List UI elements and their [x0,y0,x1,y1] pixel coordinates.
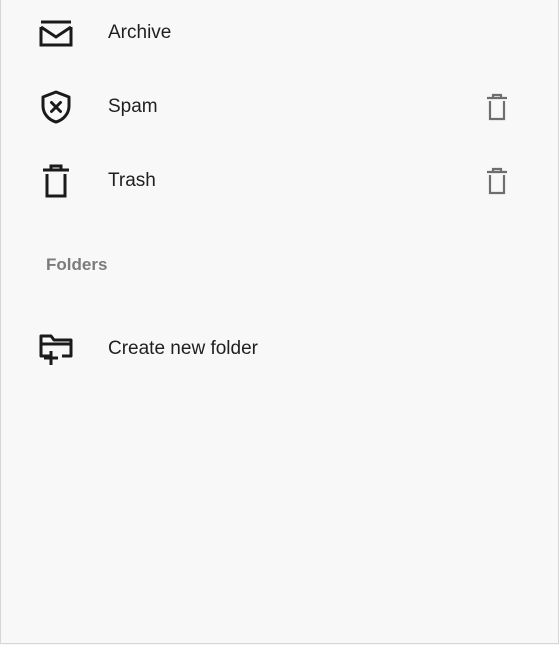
archive-icon [38,15,74,51]
menu-item-trash[interactable]: Trash [0,144,559,218]
trash-icon [38,163,74,199]
menu-item-spam[interactable]: Spam [0,70,559,144]
empty-spam-trash-icon[interactable] [480,90,514,124]
menu-item-label: Archive [108,22,172,43]
create-new-folder-label: Create new folder [108,338,258,359]
menu-item-label: Spam [108,96,158,117]
spam-shield-icon [38,89,74,125]
create-new-folder-button[interactable]: Create new folder [0,312,559,386]
add-folder-icon [38,331,74,367]
folders-section-header: Folders [46,255,108,274]
menu-item-archive[interactable]: Archive [0,0,559,70]
menu-item-label: Trash [108,170,156,191]
empty-trash-icon[interactable] [480,164,514,198]
